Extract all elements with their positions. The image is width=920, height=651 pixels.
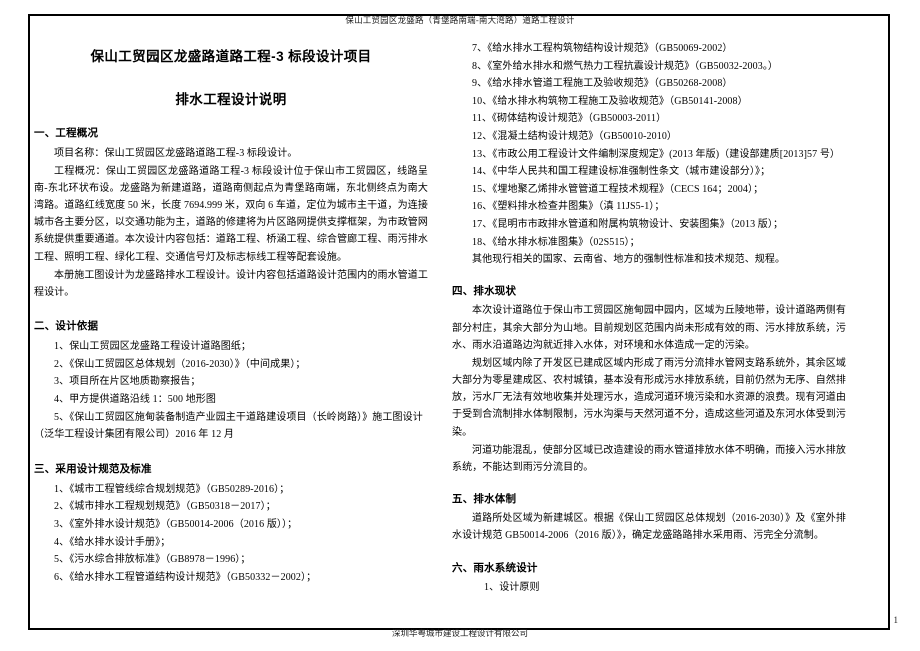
list-item: 17、《昆明市市政排水管道和附属构筑物设计、安装图集》（2013 版）； <box>472 218 784 230</box>
list-item: 1、保山工贸园区龙盛路工程设计道路图纸； <box>54 341 251 353</box>
document-page: 保山工贸园区龙盛路（青堡路南端-南大湾路）道路工程设计 保山工贸园区龙盛路道路工… <box>0 0 920 651</box>
list-item: 2、《城市排水工程规划规范》（GB50318－2017）； <box>54 501 276 513</box>
basis-list: 1、保山工贸园区龙盛路工程设计道路图纸； 2、《保山工贸园区总体规划（2016-… <box>34 338 428 444</box>
list-item: 3、项目所在片区地质勘察报告； <box>54 376 201 388</box>
drainage-system-paragraph-1: 道路所处区域为新建城区。根据《保山工贸园区总体规划（2016-2030）》及《室… <box>452 513 846 542</box>
list-item: 10、《给水排水构筑物工程施工及验收规范》（GB50141-2008） <box>472 95 748 107</box>
drainage-status-paragraph-2: 规划区域内除了开发区已建成区域内形成了雨污分流排水管网支路系统外，其余区域大部分… <box>452 357 846 438</box>
left-column: 保山工贸园区龙盛路道路工程-3 标段设计项目 排水工程设计说明 一、工程概况 项… <box>34 32 428 615</box>
list-item: 15、《埋地聚乙烯排水管管道工程技术规程》（CECS 164；2004）； <box>472 183 764 195</box>
overview-paragraph-2: 工程概况：保山工贸园区龙盛路道路工程-3 标段设计位于保山市工贸园区，线路呈南-… <box>34 165 428 263</box>
page-title: 保山工贸园区龙盛路道路工程-3 标段设计项目 <box>90 49 372 64</box>
list-item: 9、《给水排水管道工程施工及验收规范》（GB50268-2008） <box>472 78 733 90</box>
rainwater-system-subitem-1: 1、设计原则 <box>484 581 540 593</box>
section-heading-rainwater-system: 六、雨水系统设计 <box>452 561 538 574</box>
standards-list-right: 7、《给水排水工程构筑物结构设计规范》（GB50069-2002） 8、《室外给… <box>452 40 846 251</box>
list-item: 4、甲方提供道路沿线 1：500 地形图 <box>54 394 216 406</box>
page-number: 1 <box>893 615 899 625</box>
list-item: 5、《污水综合排放标准》（GB8978－1996）； <box>54 554 251 566</box>
document-body: 保山工贸园区龙盛路道路工程-3 标段设计项目 排水工程设计说明 一、工程概况 项… <box>34 32 902 615</box>
standards-closing-paragraph: 其他现行相关的国家、云南省、地方的强制性标准和技术规范、规程。 <box>472 254 786 266</box>
list-item: 7、《给水排水工程构筑物结构设计规范》（GB50069-2002） <box>472 43 733 54</box>
list-item: 4、《给水排水设计手册》； <box>54 536 171 548</box>
section-heading-overview: 一、工程概况 <box>34 126 99 139</box>
list-item: 11、《砌体结构设计规范》（GB50003-2011） <box>472 113 667 125</box>
standards-list-left: 1、《城市工程管线综合规划规范》（GB50289-2016）； 2、《城市排水工… <box>34 481 428 587</box>
section-heading-standards: 三、采用设计规范及标准 <box>34 462 152 475</box>
overview-paragraph-3: 本册施工图设计为龙盛路排水工程设计。设计内容包括道路设计范围内的雨水管道工程设计… <box>34 269 428 299</box>
page-subtitle: 排水工程设计说明 <box>175 91 287 107</box>
list-item: 5、《保山工贸园区施甸装备制造产业园主干道路建设项目（长岭岗路）》施工图设计（泛… <box>34 411 423 441</box>
list-item: 18、《给水排水标准图集》（02S515）； <box>472 236 640 248</box>
list-item: 6、《给水排水工程管道结构设计规范》（GB50332－2002）； <box>54 571 317 583</box>
list-item: 1、《城市工程管线综合规划规范》（GB50289-2016）； <box>54 483 290 495</box>
list-item: 14、《中华人民共和国工程建设标准强制性条文（城市建设部分）》； <box>472 166 771 178</box>
drainage-status-paragraph-3: 河道功能混乱，使部分区域已改造建设的雨水管道排放水体不明确，而接入污水排放系统，… <box>452 444 846 473</box>
section-heading-drainage-status: 四、排水现状 <box>452 285 517 298</box>
sheet-header: 保山工贸园区龙盛路（青堡路南端-南大湾路）道路工程设计 <box>345 15 575 25</box>
section-heading-drainage-system: 五、排水体制 <box>452 493 517 506</box>
list-item: 16、《塑料排水检查井图集》（滇 11JS5-1）； <box>472 201 665 213</box>
drainage-status-paragraph-1: 本次设计道路位于保山市工贸园区施甸园中园内，区域为丘陵地带，设计道路两侧有部分村… <box>452 305 846 351</box>
list-item: 8、《室外给水排水和燃气热力工程抗震设计规范》（GB50032-2003。） <box>472 60 779 72</box>
right-column: 7、《给水排水工程构筑物结构设计规范》（GB50069-2002） 8、《室外给… <box>452 32 846 615</box>
list-item: 2、《保山工贸园区总体规划（2016-2030）》（中间成果）； <box>54 358 306 370</box>
list-item: 13、《市政公用工程设计文件编制深度规定》(2013 年版)（建设部建质[201… <box>472 148 841 160</box>
list-item: 3、《室外排水设计规范》（GB50014-2006（2016 版））； <box>54 518 298 530</box>
section-heading-basis: 二、设计依据 <box>34 320 99 333</box>
sheet-footer: 深圳华粤城市建设工程设计有限公司 <box>391 628 528 638</box>
list-item: 12、《混凝土结构设计规范》（GB50010-2010） <box>472 130 678 142</box>
overview-paragraph-1: 项目名称：保山工贸园区龙盛路道路工程-3 标段设计。 <box>54 147 298 159</box>
